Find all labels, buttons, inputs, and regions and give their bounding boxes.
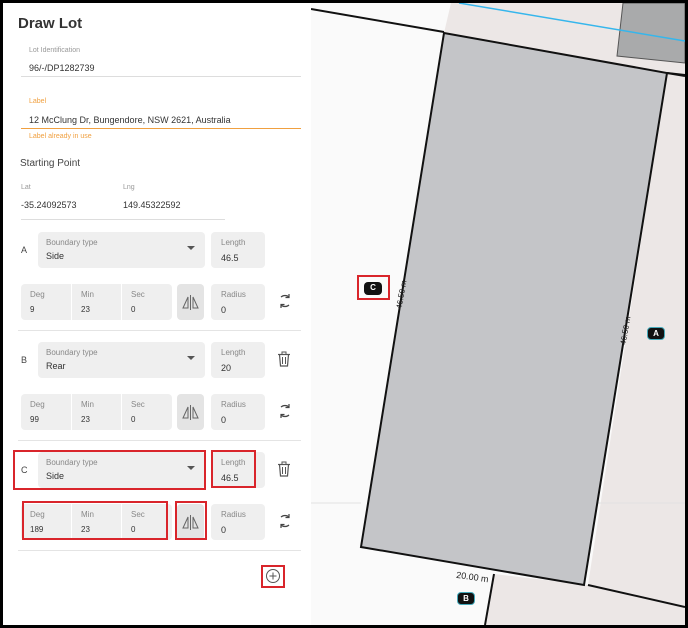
boundary-a-letter: A — [21, 245, 28, 255]
rotate-icon[interactable] — [277, 403, 293, 419]
mirror-icon — [182, 295, 199, 310]
mirror-icon — [182, 405, 199, 420]
address-underline — [21, 128, 301, 129]
boundary-a-radius-value: 0 — [221, 305, 227, 315]
boundary-b-length-value: 20 — [221, 363, 232, 373]
boundary-a-type-value: Side — [46, 251, 65, 261]
screenshot-frame: Draw Lot Lot Identification 96/-/DP12827… — [0, 0, 688, 628]
boundary-b-type-select[interactable]: Boundary type Rear — [38, 342, 205, 378]
boundary-a-deg-field[interactable]: Deg 9 — [21, 284, 71, 320]
starting-point-underline — [21, 219, 225, 220]
starting-point-heading: Starting Point — [20, 158, 81, 169]
trash-icon[interactable] — [276, 461, 292, 477]
boundary-b-min-value: 23 — [81, 415, 90, 424]
draw-lot-panel: Draw Lot Lot Identification 96/-/DP12827… — [3, 3, 311, 625]
caret-down-icon — [187, 246, 195, 250]
boundary-b-type-value: Rear — [46, 361, 66, 371]
boundary-b-radius-field[interactable]: Radius 0 — [211, 394, 265, 430]
highlight-box — [13, 450, 206, 490]
boundary-b-deg-field[interactable]: Deg 99 — [21, 394, 71, 430]
boundary-divider — [18, 440, 301, 441]
boundary-a-sec-field[interactable]: Sec 0 — [122, 284, 172, 320]
boundary-type-label: Boundary type — [46, 238, 98, 247]
neighbor-building — [616, 3, 685, 64]
rotate-icon[interactable] — [277, 293, 293, 309]
boundary-a-length-field[interactable]: Length 46.5 — [211, 232, 265, 268]
lot-id-label: Lot Identification — [29, 47, 80, 54]
boundary-a-min-value: 23 — [81, 305, 90, 314]
length-label: Length — [221, 238, 246, 247]
highlight-box — [211, 450, 256, 488]
highlight-box — [261, 565, 285, 588]
marker-a[interactable]: A — [647, 327, 665, 340]
boundary-b-length-field[interactable]: Length 20 — [211, 342, 265, 378]
boundary-b-mirror-button[interactable] — [177, 394, 204, 430]
boundary-a-length-value: 46.5 — [221, 253, 239, 263]
sec-label: Sec — [131, 400, 145, 409]
boundary-b-radius-value: 0 — [221, 415, 227, 425]
boundary-b-letter: B — [21, 355, 28, 365]
lot-id-underline — [21, 76, 301, 77]
boundary-a-type-select[interactable]: Boundary type Side — [38, 232, 205, 268]
deg-label: Deg — [30, 400, 45, 409]
boundary-divider — [18, 550, 301, 551]
address-error: Label already in use — [29, 133, 92, 140]
boundary-a-radius-field[interactable]: Radius 0 — [211, 284, 265, 320]
lat-field[interactable]: -35.24092573 — [21, 200, 77, 210]
boundary-b-deg-value: 99 — [30, 415, 39, 424]
boundary-a-sec-value: 0 — [131, 305, 136, 314]
boundary-a-mirror-button[interactable] — [177, 284, 204, 320]
boundary-b-sec-value: 0 — [131, 415, 136, 424]
deg-label: Deg — [30, 290, 45, 299]
marker-b[interactable]: B — [457, 592, 475, 605]
radius-label: Radius — [221, 290, 246, 299]
map-canvas[interactable]: 46.50 m 46.50 m 20.00 m C A B — [311, 3, 685, 625]
boundary-a-min-field[interactable]: Min 23 — [72, 284, 121, 320]
boundary-b-min-field[interactable]: Min 23 — [72, 394, 121, 430]
trash-icon[interactable] — [276, 351, 292, 367]
lng-label: Lng — [123, 184, 135, 191]
radius-label: Radius — [221, 510, 246, 519]
boundary-b-sec-field[interactable]: Sec 0 — [122, 394, 172, 430]
rotate-icon[interactable] — [277, 513, 293, 529]
caret-down-icon — [187, 356, 195, 360]
address-label: Label — [29, 98, 47, 105]
min-label: Min — [81, 400, 94, 409]
boundary-a-deg-value: 9 — [30, 305, 35, 314]
highlight-box — [175, 501, 207, 540]
min-label: Min — [81, 290, 94, 299]
boundary-type-label: Boundary type — [46, 348, 98, 357]
boundary-c-radius-value: 0 — [221, 525, 227, 535]
lng-field[interactable]: 149.45322592 — [123, 200, 181, 210]
lat-label: Lat — [21, 184, 31, 191]
map-drawing: 46.50 m 46.50 m 20.00 m — [311, 3, 685, 625]
radius-label: Radius — [221, 400, 246, 409]
length-label: Length — [221, 348, 246, 357]
highlight-box — [22, 501, 168, 540]
panel-title: Draw Lot — [18, 15, 83, 32]
address-field[interactable]: 12 McClung Dr, Bungendore, NSW 2621, Aus… — [29, 115, 231, 125]
boundary-divider — [18, 330, 301, 331]
boundary-c-radius-field[interactable]: Radius 0 — [211, 504, 265, 540]
sec-label: Sec — [131, 290, 145, 299]
highlight-box — [357, 275, 390, 300]
lot-id-field[interactable]: 96/-/DP1282739 — [29, 63, 95, 73]
